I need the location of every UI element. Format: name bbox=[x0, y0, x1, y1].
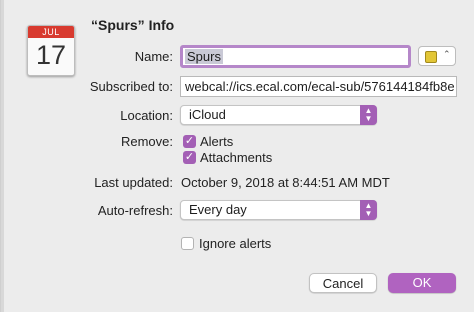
name-value: Spurs bbox=[185, 49, 223, 64]
auto-refresh-label: Auto-refresh: bbox=[97, 203, 173, 218]
last-updated-label: Last updated: bbox=[94, 175, 173, 190]
location-value: iCloud bbox=[189, 107, 226, 122]
cancel-button[interactable]: Cancel bbox=[309, 273, 377, 293]
calendar-color-popup[interactable]: ⌃ bbox=[418, 46, 456, 66]
color-swatch bbox=[425, 51, 437, 63]
name-label: Name: bbox=[134, 49, 173, 64]
info-dialog: JUL 17 “Spurs” Info Name: Spurs ⌃ Subscr… bbox=[0, 0, 474, 312]
attachments-checkbox[interactable]: ✓ bbox=[183, 151, 196, 164]
name-field[interactable]: Spurs bbox=[180, 45, 411, 68]
calendar-icon-month: JUL bbox=[28, 26, 74, 38]
ok-button[interactable]: OK bbox=[388, 273, 456, 293]
subscribed-to-label: Subscribed to: bbox=[89, 79, 173, 94]
remove-label: Remove: bbox=[120, 134, 173, 149]
attachments-label: Attachments bbox=[200, 150, 273, 165]
dialog-title: “Spurs” Info bbox=[91, 17, 175, 33]
last-updated-value: October 9, 2018 at 8:44:51 AM MDT bbox=[181, 175, 390, 190]
location-label: Location: bbox=[120, 108, 173, 123]
calendar-app-icon: JUL 17 bbox=[27, 25, 75, 76]
auto-refresh-popup[interactable]: Every day ▲ ▼ bbox=[180, 200, 377, 220]
chevron-updown-icon: ⌃ bbox=[443, 49, 451, 59]
alerts-label: Alerts bbox=[200, 134, 234, 149]
calendar-icon-day: 17 bbox=[35, 40, 67, 70]
chevron-updown-icon: ▲ ▼ bbox=[360, 105, 377, 125]
chevron-updown-icon: ▲ ▼ bbox=[360, 200, 377, 220]
location-popup[interactable]: iCloud ▲ ▼ bbox=[180, 105, 377, 125]
subscription-url-field[interactable]: webcal://ics.ecal.com/ecal-sub/576144184… bbox=[180, 76, 457, 97]
ignore-alerts-checkbox[interactable] bbox=[181, 237, 194, 250]
ignore-alerts-label: Ignore alerts bbox=[199, 236, 272, 251]
window-edge bbox=[1, 0, 4, 312]
auto-refresh-value: Every day bbox=[189, 202, 247, 217]
alerts-checkbox[interactable]: ✓ bbox=[183, 135, 196, 148]
